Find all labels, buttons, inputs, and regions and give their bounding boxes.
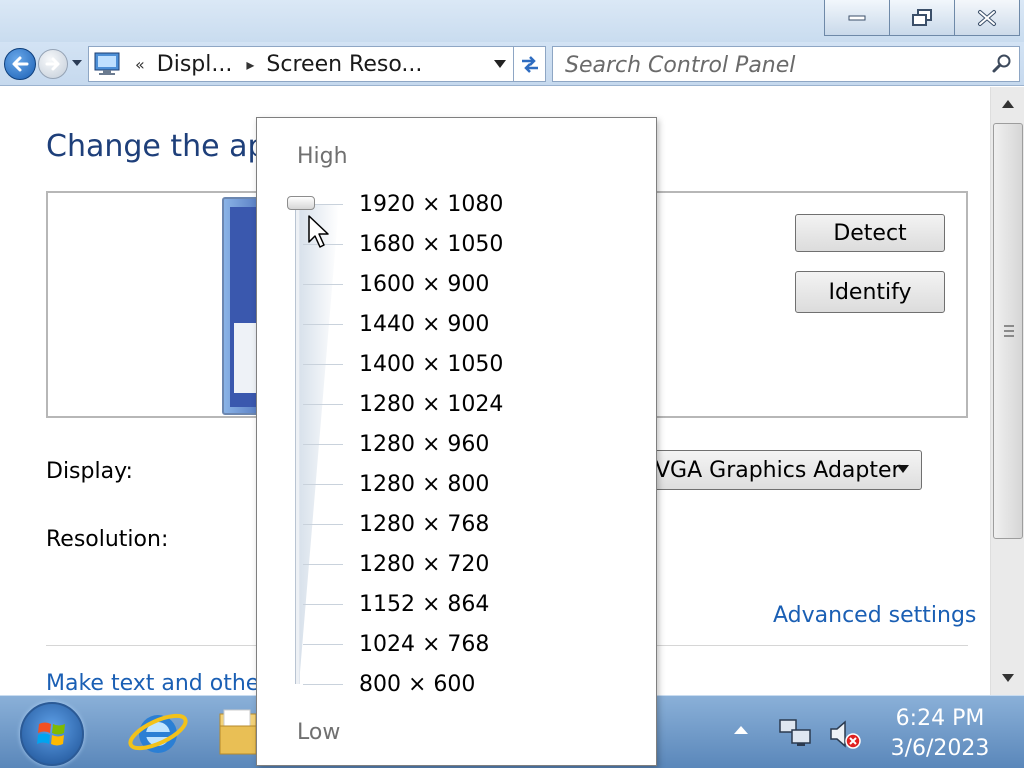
make-text-larger-link[interactable]: Make text and othe — [46, 671, 259, 695]
minimize-icon — [848, 15, 866, 20]
slider-tick — [303, 524, 343, 525]
windows-explorer-icon[interactable] — [218, 704, 258, 760]
slider-tick — [303, 444, 343, 445]
vertical-scrollbar[interactable] — [990, 87, 1024, 695]
slider-tick — [303, 484, 343, 485]
search-box[interactable] — [552, 46, 1020, 82]
resolution-option[interactable]: 1280 × 768 — [359, 512, 489, 537]
restore-button[interactable] — [889, 0, 955, 36]
slider-tick — [303, 684, 343, 685]
resolution-option[interactable]: 1600 × 900 — [359, 272, 489, 297]
clock-time: 6:24 PM — [895, 706, 985, 731]
scroll-down-icon — [1002, 674, 1014, 682]
scroll-grip-icon — [1004, 325, 1014, 337]
search-icon[interactable] — [991, 53, 1013, 75]
search-input[interactable] — [565, 51, 985, 79]
control-panel-icon — [94, 52, 120, 75]
display-select-value: VGA Graphics Adapter — [655, 458, 901, 483]
forward-button[interactable] — [38, 49, 68, 79]
chevron-down-icon — [72, 60, 82, 66]
slider-tick — [303, 404, 343, 405]
refresh-icon — [521, 56, 538, 73]
resolution-option[interactable]: 1280 × 800 — [359, 472, 489, 497]
slider-tick — [303, 564, 343, 565]
slider-high-label: High — [297, 144, 348, 169]
scroll-up-button[interactable] — [991, 89, 1024, 119]
back-button[interactable] — [4, 48, 36, 80]
address-bar[interactable]: « Displ... ▸ Screen Reso... — [88, 46, 514, 82]
restore-icon — [912, 8, 932, 26]
resolution-option[interactable]: 1440 × 900 — [359, 312, 489, 337]
advanced-settings-link[interactable]: Advanced settings — [773, 603, 976, 628]
resolution-option[interactable]: 1280 × 960 — [359, 432, 489, 457]
clock-date: 3/6/2023 — [890, 736, 990, 761]
minimize-button[interactable] — [824, 0, 890, 36]
scroll-thumb[interactable] — [993, 123, 1023, 539]
close-button[interactable] — [954, 0, 1020, 36]
show-hidden-icons-icon[interactable] — [734, 726, 748, 734]
scroll-up-icon — [1002, 100, 1014, 108]
resolution-option[interactable]: 1680 × 1050 — [359, 232, 503, 257]
detect-button[interactable]: Detect — [795, 214, 945, 252]
title-bar — [0, 0, 1024, 42]
slider-tick — [303, 364, 343, 365]
resolution-slider-thumb[interactable] — [287, 196, 315, 210]
resolution-label: Resolution: — [46, 527, 169, 552]
slider-low-label: Low — [297, 720, 341, 745]
page-title: Change the ap — [46, 129, 267, 164]
window-controls — [824, 0, 1020, 38]
address-dropdown-icon[interactable] — [493, 59, 507, 69]
slider-tick — [303, 604, 343, 605]
resolution-slider-track[interactable] — [295, 204, 300, 684]
navigation-bar: « Displ... ▸ Screen Reso... — [0, 42, 1024, 86]
windows-logo-icon — [37, 722, 65, 746]
slider-tick — [303, 644, 343, 645]
system-clock[interactable]: 6:24 PM 3/6/2023 — [880, 704, 1000, 764]
recent-pages-button[interactable] — [70, 56, 84, 70]
breadcrumb-separator[interactable]: ▸ — [246, 55, 254, 74]
chevron-down-icon — [897, 465, 909, 473]
slider-tick — [303, 324, 343, 325]
resolution-option[interactable]: 1920 × 1080 — [359, 192, 503, 217]
resolution-option[interactable]: 1280 × 720 — [359, 552, 489, 577]
slider-tick — [303, 284, 343, 285]
resolution-option[interactable]: 800 × 600 — [359, 672, 475, 697]
start-button[interactable] — [20, 702, 84, 766]
resolution-option[interactable]: 1024 × 768 — [359, 632, 489, 657]
breadcrumb-overflow[interactable]: « — [135, 55, 145, 74]
back-arrow-icon — [12, 56, 29, 72]
resolution-option[interactable]: 1400 × 1050 — [359, 352, 503, 377]
volume-muted-icon[interactable] — [828, 718, 862, 750]
internet-explorer-icon[interactable] — [124, 702, 190, 764]
forward-arrow-icon — [45, 57, 60, 71]
network-icon[interactable] — [778, 718, 814, 750]
identify-button[interactable]: Identify — [795, 271, 945, 313]
close-icon — [978, 9, 996, 26]
breadcrumb-display[interactable]: Displ... — [157, 52, 233, 77]
resolution-option[interactable]: 1280 × 1024 — [359, 392, 503, 417]
display-label: Display: — [46, 459, 133, 484]
mouse-cursor-icon — [308, 215, 329, 248]
scroll-down-button[interactable] — [991, 663, 1024, 693]
resolution-option[interactable]: 1152 × 864 — [359, 592, 489, 617]
resolution-dropdown: High 1920 × 1080 1680 × 1050 1600 × 900 144… — [256, 117, 657, 766]
breadcrumb-screen-resolution[interactable]: Screen Reso... — [266, 52, 422, 77]
refresh-button[interactable] — [514, 46, 546, 82]
